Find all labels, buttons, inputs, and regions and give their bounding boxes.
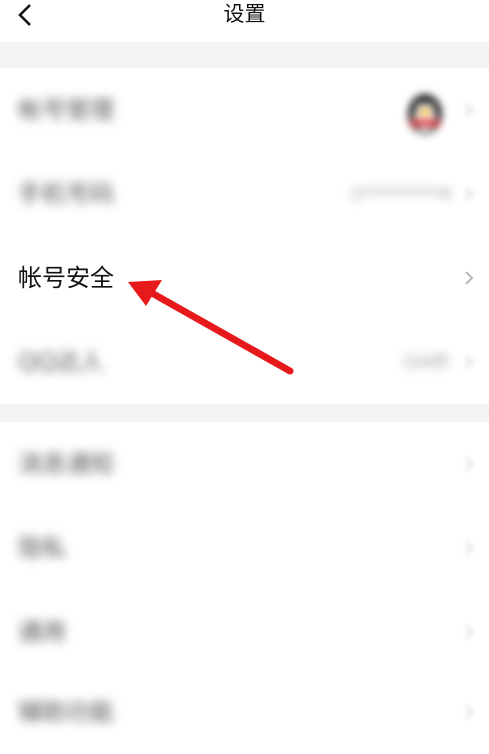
row-label: 通用 xyxy=(18,618,66,646)
row-label: 消息通知 xyxy=(18,450,114,478)
accessibility-row[interactable]: 辅助功能 xyxy=(0,674,489,736)
chevron-right-icon xyxy=(465,457,474,471)
row-label: 手机号码 xyxy=(18,180,114,208)
general-row[interactable]: 通用 xyxy=(0,590,489,674)
avatar xyxy=(408,94,442,134)
section-divider xyxy=(0,42,489,68)
account-management-row[interactable]: 帐号管理 xyxy=(0,68,489,152)
chevron-right-icon xyxy=(465,355,474,369)
privacy-row[interactable]: 隐私 xyxy=(0,506,489,590)
message-notification-row[interactable]: 消息通知 xyxy=(0,422,489,506)
chevron-right-icon xyxy=(465,271,474,285)
qq-expert-row[interactable]: QQ达人 124天 xyxy=(0,320,489,404)
row-label: 帐号安全 xyxy=(18,264,114,292)
row-label: 隐私 xyxy=(18,534,66,562)
row-label: 辅助功能 xyxy=(18,698,114,726)
chevron-left-icon xyxy=(18,4,31,26)
page-title: 设置 xyxy=(223,2,266,26)
row-label: QQ达人 xyxy=(18,348,104,376)
qq-expert-value: 124天 xyxy=(402,352,449,371)
section-divider xyxy=(0,404,489,422)
chevron-right-icon xyxy=(465,187,474,201)
chevron-right-icon xyxy=(465,625,474,639)
account-security-row[interactable]: 帐号安全 xyxy=(0,236,489,320)
phone-number-value: 1**********4 xyxy=(350,184,451,203)
back-button[interactable] xyxy=(10,0,40,30)
chevron-right-icon xyxy=(465,541,474,555)
nav-bar: 设置 xyxy=(0,0,489,42)
chevron-right-icon xyxy=(465,103,474,117)
row-label: 帐号管理 xyxy=(18,96,114,124)
chevron-right-icon xyxy=(465,705,474,719)
phone-number-row[interactable]: 手机号码 1**********4 xyxy=(0,152,489,236)
